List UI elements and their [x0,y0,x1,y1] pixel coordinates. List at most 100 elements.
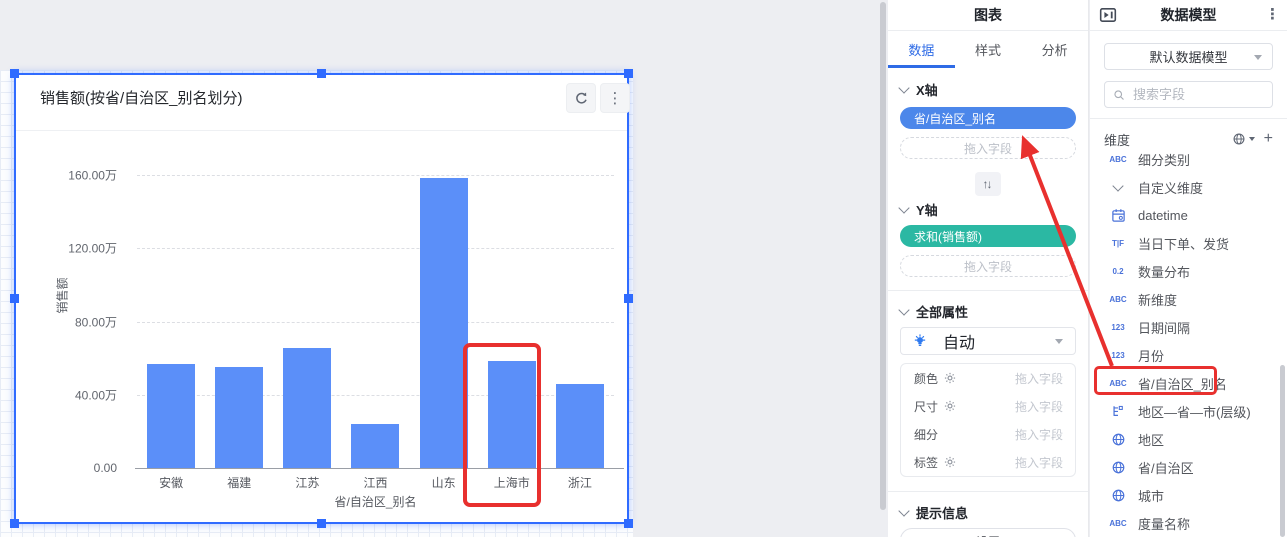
field-label: 地区 [1138,430,1164,449]
model-panel-title: 数据模型 [1161,5,1217,25]
hierarchy-icon [1106,404,1130,418]
tab-数据[interactable]: 数据 [888,31,955,68]
resize-handle-left-mid[interactable] [10,294,19,303]
bar-江西[interactable] [351,424,399,468]
x-category-label: 江苏 [273,474,341,491]
field-item-省/自治区[interactable]: 省/自治区 [1104,453,1273,481]
field-label: 细分类别 [1138,150,1190,169]
field-item-细分类别[interactable]: ABC细分类别 [1104,145,1273,173]
gear-icon [944,400,956,412]
theme-mode-select[interactable]: 自动 [900,327,1076,355]
bar-福建[interactable] [215,367,263,468]
section-tooltip[interactable]: 提示信息 [900,503,1076,521]
field-item-当日下单、发货[interactable]: T|F当日下单、发货 [1104,229,1273,257]
resize-handle-top-mid[interactable] [317,69,326,78]
chevron-down-icon [898,304,909,315]
panel-menu-button[interactable]: ⋮ [1265,7,1280,22]
swap-axes-button[interactable]: ↑↓ [975,172,1001,196]
canvas-scrollbar[interactable] [880,2,886,510]
field-item-datetime[interactable]: datetime [1104,201,1273,229]
bar-slot [410,175,478,468]
chevron-down-icon [898,202,909,213]
resize-handle-top-right[interactable] [624,69,633,78]
field-group-自定义维度[interactable]: 自定义维度 [1104,173,1273,201]
section-x-axis[interactable]: X轴 [900,80,1076,98]
bar-上海市[interactable] [488,361,536,468]
property-label: 细分 [914,426,938,443]
resize-handle-right-mid[interactable] [624,294,633,303]
bar-江苏[interactable] [283,348,331,468]
bar-slot [137,175,205,468]
swap-arrows-icon: ↑↓ [983,177,991,191]
resize-handle-top-left[interactable] [10,69,19,78]
drop-placeholder-label: 拖入字段 [1015,398,1063,415]
x-axis-drop-zone[interactable]: 拖入字段 [900,137,1076,159]
field-label: 城市 [1138,486,1164,505]
tooltip-settings-label: 设置 [976,533,1000,537]
section-y-axis[interactable]: Y轴 [900,200,1076,218]
resize-handle-bottom-left[interactable] [10,519,19,528]
tooltip-settings-button[interactable]: 设置 [900,528,1076,537]
y-axis-field-pill[interactable]: 求和(销售额) [900,225,1076,247]
x-category-label: 山东 [410,474,478,491]
refresh-button[interactable] [566,83,596,113]
field-label: 地区—省—市(层级) [1138,402,1251,421]
x-category-label: 安徽 [137,474,205,491]
field-label: 自定义维度 [1138,178,1203,197]
field-label: 当日下单、发货 [1138,234,1229,253]
divider [888,290,1088,291]
tooltip-section-label: 提示信息 [916,503,968,522]
refresh-icon [574,91,589,106]
property-row-尺寸[interactable]: 尺寸 拖入字段 [901,392,1075,420]
field-item-日期间隔[interactable]: 123日期间隔 [1104,313,1273,341]
property-row-标签[interactable]: 标签拖入字段 [901,448,1075,476]
card-menu-button[interactable]: ⋮ [600,83,630,113]
field-item-地区—省—市(层级)[interactable]: 地区—省—市(层级) [1104,397,1273,425]
bar-slot [205,175,273,468]
field-item-度量名称[interactable]: ABC度量名称 [1104,509,1273,537]
resize-handle-bottom-right[interactable] [624,519,633,528]
bar-slot [341,175,409,468]
field-item-新维度[interactable]: ABC新维度 [1104,285,1273,313]
field-item-地区[interactable]: 地区 [1104,425,1273,453]
drop-placeholder-label: 拖入字段 [964,140,1012,157]
field-item-城市[interactable]: 城市 [1104,481,1273,509]
property-label: 尺寸 [914,398,938,415]
bar-安徽[interactable] [147,364,195,468]
field-item-数量分布[interactable]: 0.2数量分布 [1104,257,1273,285]
x-axis-field-pill[interactable]: 省/自治区_别名 [900,107,1076,129]
add-field-button[interactable]: + [1264,131,1273,147]
app-root: 销售额(按省/自治区_别名划分) ⋮ 销售额 160.00万120.00万80.… [0,0,1287,537]
section-all-properties[interactable]: 全部属性 [900,302,1076,320]
string-type-icon: ABC [1106,379,1130,388]
caret-down-icon [1254,55,1262,60]
y-axis-field-label: 求和(销售额) [914,228,982,245]
field-search-box[interactable] [1104,81,1273,108]
property-row-颜色[interactable]: 颜色拖入字段 [901,364,1075,392]
y-axis-drop-zone[interactable]: 拖入字段 [900,255,1076,277]
field-item-省/自治区_别名[interactable]: ABC省/自治区_别名 [1104,369,1273,397]
tab-样式[interactable]: 样式 [955,31,1022,68]
active-tab-underline [888,65,955,68]
collapse-panel-button[interactable] [1099,6,1117,24]
resize-handle-bottom-mid[interactable] [317,519,326,528]
bar-slot [273,175,341,468]
model-panel-scrollbar[interactable] [1280,365,1285,537]
x-category-label: 福建 [205,474,273,491]
all-properties-label: 全部属性 [916,302,968,321]
data-model-select[interactable]: 默认数据模型 [1104,43,1273,70]
data-model-panel: 数据模型 ⋮ 默认数据模型 维度 [1090,0,1287,537]
tab-分析[interactable]: 分析 [1021,31,1088,68]
bar-浙江[interactable] [556,384,604,468]
chart-panel-title: 图表 [974,5,1002,25]
field-item-月份[interactable]: 123月份 [1104,341,1273,369]
panel-collapse-icon [1099,6,1117,24]
bar-山东[interactable] [420,178,468,468]
chart-card[interactable]: 销售额(按省/自治区_别名划分) ⋮ 销售额 160.00万120.00万80.… [14,73,629,524]
x-axis-section-label: X轴 [916,80,938,99]
chevron-down-icon [898,505,909,516]
card-header-divider [16,130,627,131]
property-row-细分[interactable]: 细分拖入字段 [901,420,1075,448]
field-search-input[interactable] [1131,86,1264,103]
geo-role-button[interactable] [1232,132,1255,146]
